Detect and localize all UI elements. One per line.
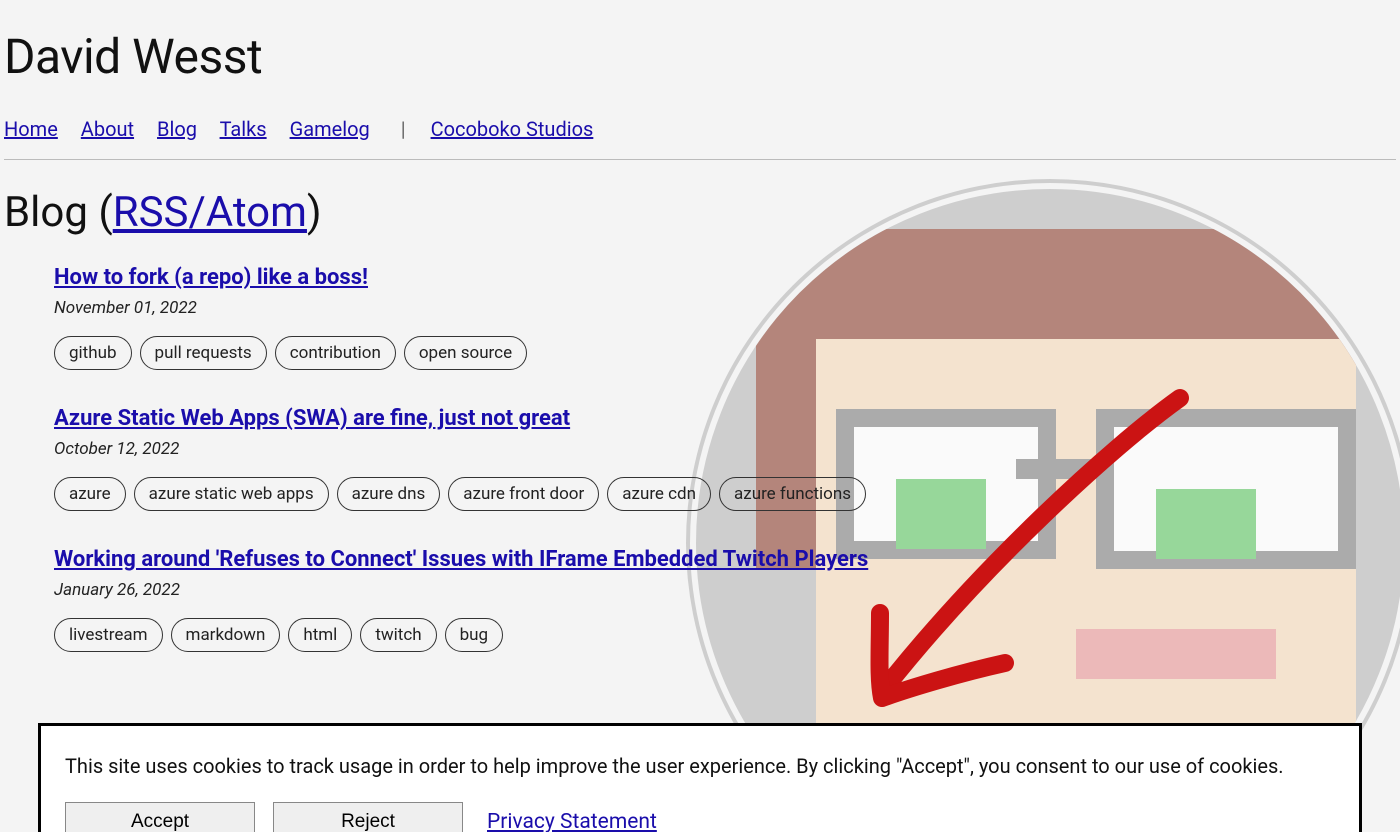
tag[interactable]: html [288, 618, 352, 652]
post-link[interactable]: Azure Static Web Apps (SWA) are fine, ju… [54, 406, 570, 431]
nav-about[interactable]: About [81, 117, 134, 141]
header-divider [4, 159, 1396, 160]
blog-heading: Blog (RSS/Atom) [4, 188, 1396, 237]
post: Working around 'Refuses to Connect' Issu… [54, 547, 1396, 652]
tag[interactable]: azure cdn [607, 477, 711, 511]
post-date: January 26, 2022 [54, 580, 1396, 600]
accept-button[interactable]: Accept [65, 802, 255, 832]
rss-link[interactable]: RSS/Atom [113, 188, 307, 237]
post: How to fork (a repo) like a boss! Novembe… [54, 265, 1396, 370]
tag-list: livestreammarkdownhtmltwitch bug [54, 618, 1396, 652]
tag[interactable]: github [54, 336, 132, 370]
tag[interactable]: azure static web apps [134, 477, 329, 511]
blog-heading-suffix: ) [307, 188, 322, 237]
tag[interactable]: pull requests [140, 336, 267, 370]
post-date: October 12, 2022 [54, 439, 1396, 459]
nav-gamelog[interactable]: Gamelog [290, 117, 370, 141]
nav-blog[interactable]: Blog [157, 117, 197, 141]
tag[interactable]: azure dns [337, 477, 441, 511]
main-nav: Home About Blog Talks Gamelog | Cocoboko… [4, 117, 1396, 141]
post-date: November 01, 2022 [54, 298, 1396, 318]
cookie-banner: This site uses cookies to track usage in… [38, 723, 1362, 832]
nav-home[interactable]: Home [4, 117, 58, 141]
post-title: Azure Static Web Apps (SWA) are fine, ju… [54, 406, 1396, 431]
site-title: David Wesst [4, 28, 1396, 85]
tag-list: githubpull requestscontributionopen sour… [54, 336, 1396, 370]
tag[interactable]: contribution [275, 336, 396, 370]
privacy-link[interactable]: Privacy Statement [487, 810, 657, 832]
post-title: Working around 'Refuses to Connect' Issu… [54, 547, 1396, 572]
post-link[interactable]: How to fork (a repo) like a boss! [54, 265, 368, 290]
tag[interactable]: twitch [360, 618, 436, 652]
post-list: How to fork (a repo) like a boss! Novembe… [4, 265, 1396, 652]
tag-list: azureazure static web appsazure dnsazure… [54, 477, 1396, 511]
cookie-text: This site uses cookies to track usage in… [65, 754, 1335, 778]
blog-heading-prefix: Blog ( [4, 188, 113, 237]
tag[interactable]: bug [445, 618, 503, 652]
post-title: How to fork (a repo) like a boss! [54, 265, 1396, 290]
tag[interactable]: livestream [54, 618, 163, 652]
tag[interactable]: azure functions [719, 477, 866, 511]
post-link[interactable]: Working around 'Refuses to Connect' Issu… [54, 547, 868, 572]
tag[interactable]: open source [404, 336, 527, 370]
nav-talks[interactable]: Talks [220, 117, 267, 141]
tag[interactable]: azure front door [448, 477, 599, 511]
tag[interactable]: azure [54, 477, 126, 511]
post: Azure Static Web Apps (SWA) are fine, ju… [54, 406, 1396, 511]
nav-cocoboko[interactable]: Cocoboko Studios [431, 117, 594, 141]
reject-button[interactable]: Reject [273, 802, 463, 832]
tag[interactable]: markdown [171, 618, 281, 652]
nav-separator: | [401, 117, 406, 141]
